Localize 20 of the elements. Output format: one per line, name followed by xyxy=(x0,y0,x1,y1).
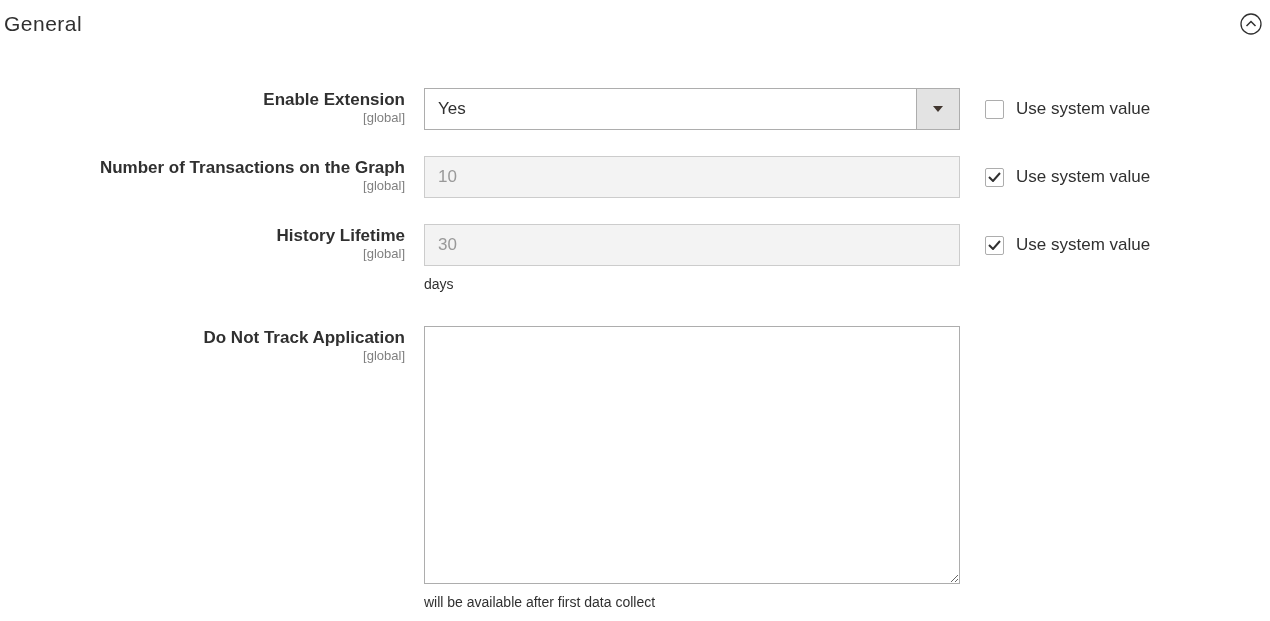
chevron-up-circle-icon[interactable] xyxy=(1240,13,1262,35)
dropdown-field[interactable]: Yes xyxy=(424,88,960,130)
field-label: Number of Transactions on the Graph xyxy=(99,158,405,178)
scope-label: [global] xyxy=(363,110,405,126)
checkbox[interactable] xyxy=(985,99,1004,119)
caret-down-icon xyxy=(933,106,943,112)
dropdown-value: Yes xyxy=(437,98,467,121)
checkmark-icon xyxy=(988,172,1001,182)
checkmark-icon xyxy=(988,240,1001,250)
field-note: will be available after first data collect xyxy=(424,593,657,611)
text-area-field[interactable] xyxy=(424,326,960,584)
field-label: History Lifetime xyxy=(276,226,405,246)
field-note: days xyxy=(424,275,455,293)
field-label: Do Not Track Application xyxy=(203,328,405,348)
scope-label: [global] xyxy=(363,178,405,194)
scope-label: [global] xyxy=(363,246,405,262)
use-system-value-checkbox[interactable]: Use system value xyxy=(985,88,1151,130)
section-title: General xyxy=(4,11,83,37)
field-label: Enable Extension xyxy=(263,90,405,110)
scope-label: [global] xyxy=(363,348,405,364)
